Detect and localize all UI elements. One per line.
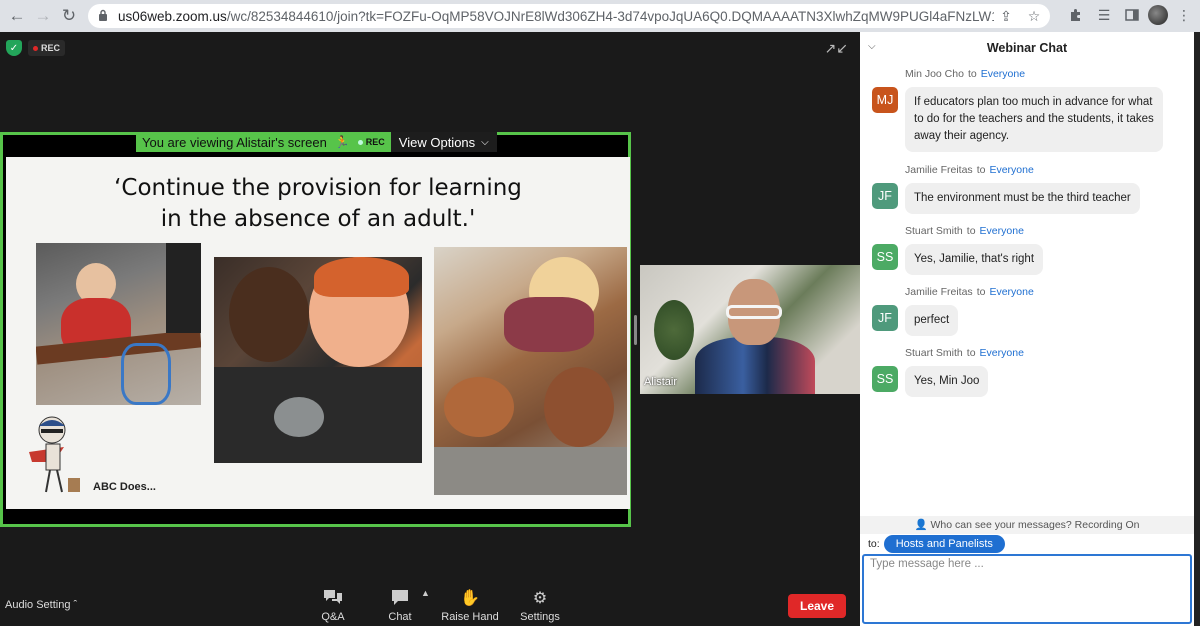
- to-word: to: [967, 68, 977, 80]
- chat-message-bubble: If educators plan too much in advance fo…: [905, 87, 1163, 152]
- message-text-line: perfect: [914, 314, 950, 326]
- meeting-controls-bar: Audio Setting ˆ Q&A Chat ▲ ✋ Raise Hand …: [0, 584, 860, 626]
- message-text-line: Yes, Min Joo: [914, 375, 980, 387]
- forward-icon[interactable]: →: [30, 3, 56, 29]
- presentation-slide: ‘Continue the provision for learning in …: [6, 157, 630, 509]
- message-sender: Jamilie Freitas: [905, 164, 973, 176]
- viewing-screen-label: You are viewing Alistair's screen 🏃 REC: [136, 132, 391, 152]
- avatar: JF: [872, 183, 898, 209]
- raise-hand-button[interactable]: ✋ Raise Hand: [440, 588, 500, 623]
- message-sender: Min Joo Cho: [905, 68, 964, 80]
- desktop-edge: [1194, 32, 1200, 626]
- url-text: us06web.zoom.us/wc/82534844610/join?tk=F…: [118, 8, 994, 24]
- message-sender: Stuart Smith: [905, 225, 963, 237]
- record-dot-icon: [33, 45, 38, 51]
- avatar: SS: [872, 244, 898, 270]
- participant-body: [695, 337, 815, 394]
- chat-message-bubble: Yes, Min Joo: [905, 366, 989, 397]
- message-recipient[interactable]: Everyone: [980, 347, 1024, 359]
- side-panel-icon[interactable]: [1120, 3, 1144, 27]
- avatar: JF: [872, 305, 898, 331]
- chat-message-bubble: perfect: [905, 305, 959, 336]
- hand-icon: ✋: [460, 590, 480, 607]
- slide-title: ‘Continue the provision for learning in …: [114, 175, 522, 232]
- chat-message-meta: Jamilie Freitas to Everyone: [905, 164, 1034, 176]
- participant-glasses: [726, 305, 782, 319]
- profile-avatar[interactable]: [1148, 5, 1168, 25]
- to-word: to: [966, 347, 976, 359]
- slide-photo-child-outdoors: [36, 243, 201, 405]
- chat-message-input[interactable]: [862, 554, 1192, 624]
- message-text-line: Yes, Jamilie, that's right: [914, 253, 1035, 265]
- lock-icon: [98, 9, 110, 23]
- running-person-icon: 🏃: [334, 135, 350, 149]
- meeting-area: ✓ REC ↗↙ ‘Continue the provision for lea…: [0, 32, 860, 584]
- avatar: MJ: [872, 87, 898, 113]
- chat-message-meta: Jamilie Freitas to Everyone: [905, 286, 1034, 298]
- message-text-line: The environment must be the third teache…: [914, 192, 1131, 204]
- back-icon[interactable]: ←: [4, 3, 30, 29]
- recipient-selector[interactable]: Hosts and Panelists: [883, 535, 1005, 553]
- chat-header: ⌵ Webinar Chat: [860, 32, 1194, 64]
- caret-up-icon: ˆ: [73, 599, 78, 611]
- settings-button[interactable]: ⚙ Settings: [510, 588, 570, 623]
- leave-button[interactable]: Leave: [788, 594, 846, 618]
- chat-visibility-note[interactable]: 👤 Who can see your messages? Recording O…: [860, 516, 1194, 534]
- message-recipient[interactable]: Everyone: [989, 164, 1033, 176]
- message-recipient[interactable]: Everyone: [989, 286, 1033, 298]
- to-word: to: [976, 286, 986, 298]
- reload-icon[interactable]: ↻: [56, 3, 82, 29]
- chat-message-meta: Stuart Smith to Everyone: [905, 225, 1024, 237]
- recording-badge: REC: [28, 40, 66, 56]
- webinar-chat-panel: ⌵ Webinar Chat Min Joo Cho to Everyone MJ If…: [860, 32, 1194, 626]
- message-sender: Stuart Smith: [905, 347, 963, 359]
- chat-options-caret-icon[interactable]: ▲: [421, 588, 430, 598]
- message-text-line: away their agency.: [914, 130, 1010, 142]
- screen-share-banner: You are viewing Alistair's screen 🏃 REC …: [136, 132, 497, 152]
- message-recipient[interactable]: Everyone: [980, 225, 1024, 237]
- participant-video-tile[interactable]: Alistair: [640, 265, 860, 394]
- message-text-line: to do for the teachers and the students,…: [914, 113, 1154, 125]
- background-plant: [654, 300, 694, 360]
- chat-message-bubble: Yes, Jamilie, that's right: [905, 244, 1044, 275]
- chat-message-meta: Stuart Smith to Everyone: [905, 347, 1024, 359]
- person-visibility-icon: 👤: [914, 519, 928, 531]
- media-queue-icon[interactable]: ☰: [1092, 3, 1116, 27]
- qa-bubbles-icon: [303, 588, 363, 608]
- share-recording-indicator: REC: [357, 137, 385, 147]
- cartoon-character-illustration: [29, 416, 80, 493]
- participant-name: Alistair: [644, 376, 678, 388]
- chat-message-bubble: The environment must be the third teache…: [905, 183, 1140, 214]
- to-word: to: [966, 225, 976, 237]
- avatar: SS: [872, 366, 898, 392]
- message-sender: Jamilie Freitas: [905, 286, 973, 298]
- message-text-line: If educators plan too much in advance fo…: [914, 96, 1153, 108]
- slide-photo-child-copper-pots: [434, 247, 627, 495]
- message-recipient[interactable]: Everyone: [981, 68, 1025, 80]
- shared-screen: ‘Continue the provision for learning in …: [0, 132, 631, 527]
- chevron-down-icon: ⌵: [481, 136, 489, 148]
- share-icon[interactable]: ⇪: [994, 4, 1018, 28]
- resize-handle[interactable]: [634, 315, 637, 345]
- chat-title: Webinar Chat: [986, 41, 1068, 55]
- more-menu-icon[interactable]: ⋮: [1172, 3, 1196, 27]
- recipient-row: to: Hosts and Panelists: [868, 535, 1005, 553]
- security-shield-icon[interactable]: ✓: [6, 40, 22, 56]
- collapse-chevron-icon[interactable]: ⌵: [868, 41, 876, 52]
- audio-setting-button[interactable]: Audio Setting ˆ: [5, 599, 77, 611]
- to-label: to:: [868, 538, 880, 550]
- to-word: to: [976, 164, 986, 176]
- slide-footer-text: ABC Does...: [93, 481, 156, 493]
- address-bar[interactable]: us06web.zoom.us/wc/82534844610/join?tk=F…: [88, 4, 1050, 28]
- view-options-button[interactable]: View Options ⌵: [390, 132, 497, 152]
- gear-icon: ⚙: [532, 590, 548, 607]
- fullscreen-expand-icon[interactable]: ↗↙: [825, 40, 848, 57]
- slide-photo-two-children: [214, 257, 422, 463]
- chat-message-meta: Min Joo Cho to Everyone: [905, 68, 1025, 80]
- extensions-puzzle-icon[interactable]: [1064, 3, 1088, 27]
- record-dot-icon: [357, 139, 363, 145]
- bookmark-star-icon[interactable]: ☆: [1022, 4, 1046, 28]
- browser-toolbar: ← → ↻ us06web.zoom.us/wc/82534844610/joi…: [0, 0, 1200, 32]
- qa-button[interactable]: Q&A: [303, 588, 363, 623]
